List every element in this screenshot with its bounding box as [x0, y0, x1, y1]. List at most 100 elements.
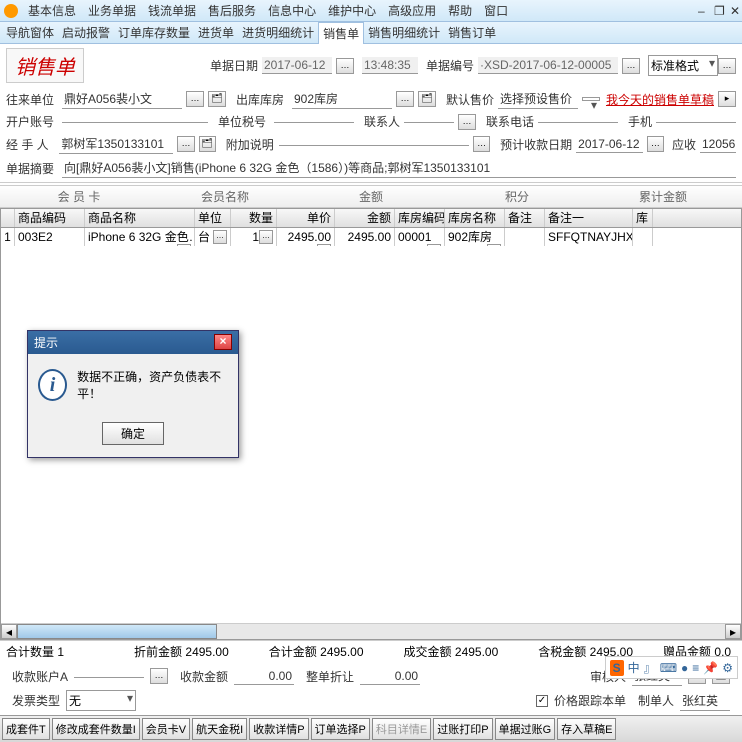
customer-picker-icon[interactable]: …	[186, 91, 204, 107]
cell-picker-icon[interactable]: …	[317, 244, 331, 246]
invoice-dropdown[interactable]: 无	[66, 690, 136, 711]
bottom-btn[interactable]: 过账打印P	[433, 718, 492, 740]
scroll-thumb[interactable]	[17, 624, 217, 639]
handler-input[interactable]: 郭树军1350133101	[59, 134, 173, 154]
col-header[interactable]: 备注一	[545, 209, 633, 227]
cell-unit[interactable]: 台…	[195, 228, 231, 246]
cell-last[interactable]	[633, 228, 653, 246]
menu-item[interactable]: 窗口	[478, 0, 514, 21]
acct-input[interactable]	[62, 120, 208, 123]
track-checkbox[interactable]: ✓	[536, 695, 548, 707]
close-icon[interactable]: ✕	[724, 2, 738, 20]
docno-picker-icon[interactable]: …	[622, 58, 640, 74]
bottom-btn[interactable]: 航天金税I	[192, 718, 247, 740]
bottom-btn[interactable]: 会员卡V	[142, 718, 190, 740]
cell-remark[interactable]	[505, 228, 545, 246]
col-header[interactable]: 商品名称	[85, 209, 195, 227]
scroll-track[interactable]	[17, 624, 725, 639]
cell-picker-icon[interactable]: …	[487, 244, 501, 246]
cell-picker-icon[interactable]: …	[427, 244, 441, 246]
expdate-picker-icon[interactable]: …	[647, 136, 664, 152]
ime-keyboard-icon[interactable]: ⌨	[660, 661, 677, 675]
draft-link[interactable]: 我今天的销售单草稿	[606, 91, 714, 108]
ime-gear-icon[interactable]: ⚙	[722, 661, 733, 675]
bottom-btn[interactable]: 单据过账G	[495, 718, 556, 740]
menu-item[interactable]: 业务单据	[82, 0, 142, 21]
tab[interactable]: 导航窗体	[2, 22, 58, 43]
expdate-input[interactable]: 2017-06-12	[576, 136, 643, 153]
handler-picker-icon[interactable]: …	[177, 136, 194, 152]
attach-picker-icon[interactable]: …	[473, 136, 490, 152]
col-header[interactable]: 库	[633, 209, 653, 227]
contact-input[interactable]	[404, 120, 454, 123]
unittax-input[interactable]	[274, 120, 354, 123]
format-btn-icon[interactable]: …	[718, 58, 736, 74]
summary-input[interactable]: 向[鼎好A056裴小文]销售(iPhone 6 32G 金色（1586）)等商品…	[62, 158, 736, 178]
dialog-close-icon[interactable]: ×	[214, 334, 232, 350]
cell-picker-icon[interactable]: …	[213, 230, 227, 244]
cell-whname[interactable]: 902库房…	[445, 228, 505, 246]
tab[interactable]: 销售明细统计	[364, 22, 444, 43]
customer-input[interactable]: 鼎好A056裴小文	[62, 89, 182, 109]
defprice-input[interactable]: 选择预设售价	[498, 89, 578, 109]
cell-price[interactable]: 2495.00…	[277, 228, 335, 246]
bottom-btn[interactable]: 修改成套件数量I	[52, 718, 140, 740]
outwh-picker-icon[interactable]: …	[396, 91, 414, 107]
dialog-ok-button[interactable]: 确定	[102, 422, 164, 445]
draft-go-icon[interactable]: ▸	[718, 91, 736, 107]
recvacct-picker-icon[interactable]: …	[150, 668, 168, 684]
bottom-btn[interactable]: 成套件T	[2, 718, 50, 740]
ime-char[interactable]: 』	[644, 659, 656, 676]
cell-name[interactable]: iPhone 6 32G 金色……	[85, 228, 195, 246]
customer-card-icon[interactable]: 🗂	[208, 91, 226, 107]
ime-pin-icon[interactable]: 📌	[703, 661, 718, 675]
bottom-btn[interactable]: 存入草稿E	[557, 718, 616, 740]
recvacct-input[interactable]	[74, 675, 144, 678]
cell-remark1[interactable]: SFFQTNAYJHXR6	[545, 228, 633, 246]
defprice-dropdown-icon[interactable]	[582, 97, 600, 101]
scroll-left-icon[interactable]: ◂	[1, 624, 17, 639]
phone-input[interactable]	[538, 120, 618, 123]
tab[interactable]: 进货明细统计	[238, 22, 318, 43]
contact-picker-icon[interactable]: …	[458, 114, 476, 130]
recvamt-input[interactable]: 0.00	[234, 668, 294, 685]
col-header[interactable]: 金额	[335, 209, 395, 227]
menu-item[interactable]: 帮助	[442, 0, 478, 21]
mobile-input[interactable]	[656, 120, 736, 123]
ime-char[interactable]: 中	[628, 659, 640, 676]
tab[interactable]: 进货单	[194, 22, 238, 43]
attach-input[interactable]	[279, 143, 469, 146]
cell-picker-icon[interactable]: …	[177, 244, 191, 246]
col-header[interactable]: 单价	[277, 209, 335, 227]
outwh-input[interactable]: 902库房	[292, 89, 392, 109]
ime-s-icon[interactable]: S	[610, 660, 624, 676]
cell-code[interactable]: 003E2	[15, 228, 85, 246]
tab[interactable]: 订单库存数量	[114, 22, 194, 43]
bottom-btn[interactable]: 收款详情P	[249, 718, 308, 740]
tab[interactable]: 启动报警	[58, 22, 114, 43]
ime-menu-icon[interactable]: ≡	[692, 661, 699, 675]
restore-icon[interactable]: ❐	[708, 2, 722, 20]
cell-picker-icon[interactable]: …	[259, 230, 273, 244]
cell-amount[interactable]: 2495.00	[335, 228, 395, 246]
ime-toolbar[interactable]: S 中 』 ⌨ ● ≡ 📌 ⚙	[605, 656, 738, 679]
menu-item[interactable]: 信息中心	[262, 0, 322, 21]
table-row[interactable]: 1 003E2 iPhone 6 32G 金色…… 台… 1… 2495.00……	[1, 228, 741, 246]
outwh-card-icon[interactable]: 🗂	[418, 91, 436, 107]
col-header[interactable]: 数量	[231, 209, 277, 227]
menu-item[interactable]: 维护中心	[322, 0, 382, 21]
tab-active[interactable]: 销售单	[318, 22, 364, 44]
col-header[interactable]: 备注	[505, 209, 545, 227]
cell-whcode[interactable]: 00001…	[395, 228, 445, 246]
menu-item[interactable]: 基本信息	[22, 0, 82, 21]
format-dropdown[interactable]: 标准格式	[648, 55, 718, 76]
tab[interactable]: 销售订单	[444, 22, 500, 43]
menu-item[interactable]: 钱流单据	[142, 0, 202, 21]
scroll-right-icon[interactable]: ▸	[725, 624, 741, 639]
col-header[interactable]: 库房编码	[395, 209, 445, 227]
col-header[interactable]: 单位	[195, 209, 231, 227]
menu-item[interactable]: 售后服务	[202, 0, 262, 21]
minimize-icon[interactable]: ‒	[692, 2, 706, 20]
bottom-btn[interactable]: 订单选择P	[311, 718, 370, 740]
menu-item[interactable]: 高级应用	[382, 0, 442, 21]
